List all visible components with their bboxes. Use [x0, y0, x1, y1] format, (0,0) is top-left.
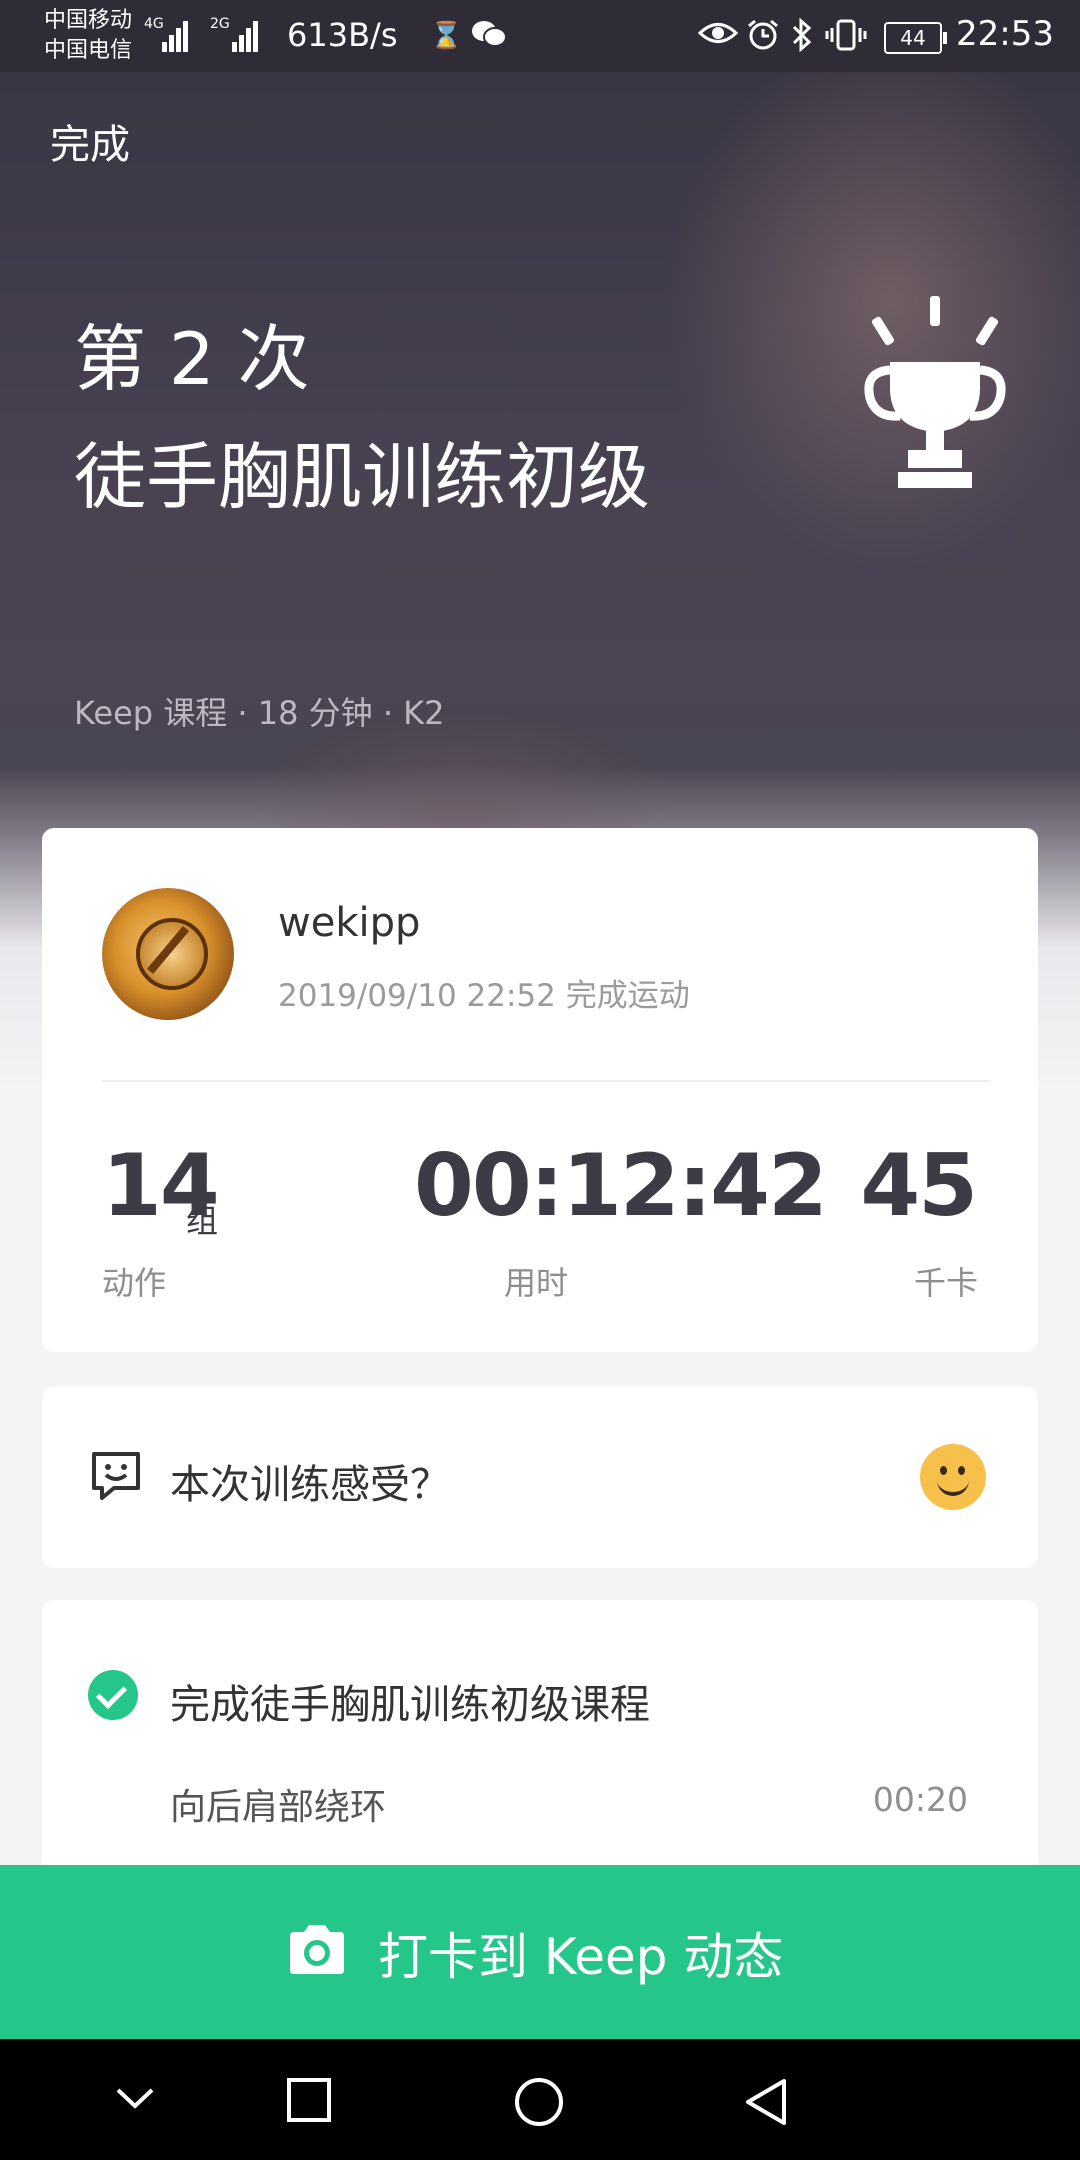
nav-recents-icon[interactable]: [286, 2077, 332, 2123]
trophy-icon: [864, 296, 1006, 488]
course-summary-card: 完成徒手胸肌训练初级课程 向后肩部绕环 00:20: [42, 1600, 1038, 1880]
camera-icon: [290, 1925, 344, 1974]
nav-back-icon[interactable]: [744, 2077, 790, 2127]
carrier-1: 中国移动: [44, 8, 133, 33]
workout-record-card: wekipp 2019/09/10 22:52 完成运动 14 组 动作 00:…: [42, 828, 1038, 1352]
course-title: 完成徒手胸肌训练初级课程: [170, 1682, 650, 1728]
signal-2-type: 2G: [210, 16, 230, 32]
chat-smile-icon: [92, 1452, 140, 1500]
carrier-2: 中国电信: [44, 38, 133, 63]
workout-title: 第 2 次 徒手胸肌训练初级: [74, 300, 714, 536]
exercise-name: 向后肩部绕环: [170, 1787, 387, 1828]
completed-time: 2019/09/10 22:52 完成运动: [278, 978, 690, 1014]
stat-calories-label: 千卡: [913, 1264, 978, 1302]
battery-icon: 44: [884, 22, 947, 54]
checkin-button[interactable]: 打卡到 Keep 动态: [0, 1865, 1080, 2039]
signal-1-icon: [156, 16, 190, 52]
exercise-duration: 00:20: [872, 1780, 968, 1819]
done-button[interactable]: 完成: [50, 112, 130, 170]
workout-name: 徒手胸肌训练初级: [74, 435, 651, 519]
smiley-icon[interactable]: [920, 1444, 986, 1510]
alarm-icon: [746, 18, 780, 61]
feeling-prompt: 本次训练感受？: [170, 1462, 450, 1508]
clock: 22:53: [956, 14, 1054, 54]
signal-2-icon: [230, 16, 264, 52]
checkin-label: 打卡到 Keep 动态: [378, 1928, 784, 1986]
training-feeling-card[interactable]: 本次训练感受？: [42, 1386, 1038, 1568]
stat-calories-value: 45: [860, 1136, 978, 1236]
stat-duration-label: 用时: [504, 1264, 569, 1302]
wechat-icon: [470, 18, 508, 59]
stat-sets-unit: 组: [186, 1202, 219, 1240]
stat-duration-value: 00:12:42: [414, 1136, 828, 1236]
username[interactable]: wekipp: [278, 900, 420, 946]
status-bar: 中国移动 中国电信 4G 2G 613B/s ⌛ 44 22:53: [0, 0, 1080, 72]
net-speed: 613B/s: [287, 16, 398, 54]
workout-meta: Keep 课程 · 18 分钟 · K2: [74, 694, 445, 732]
nav-home-icon[interactable]: [514, 2077, 564, 2127]
carrier-names: 中国移动 中国电信: [44, 6, 132, 66]
divider: [102, 1080, 990, 1082]
vibrate-icon: [824, 18, 868, 61]
workout-count: 第 2 次: [74, 317, 310, 401]
eye-icon: [697, 18, 739, 57]
stat-sets-label: 动作: [102, 1264, 167, 1302]
hourglass-icon: ⌛: [430, 21, 463, 51]
check-circle-icon: [88, 1670, 138, 1720]
bluetooth-icon: [790, 17, 814, 61]
avatar[interactable]: [102, 888, 234, 1020]
system-nav-bar: [0, 2039, 1080, 2160]
nav-hide-icon[interactable]: [114, 2077, 156, 2119]
